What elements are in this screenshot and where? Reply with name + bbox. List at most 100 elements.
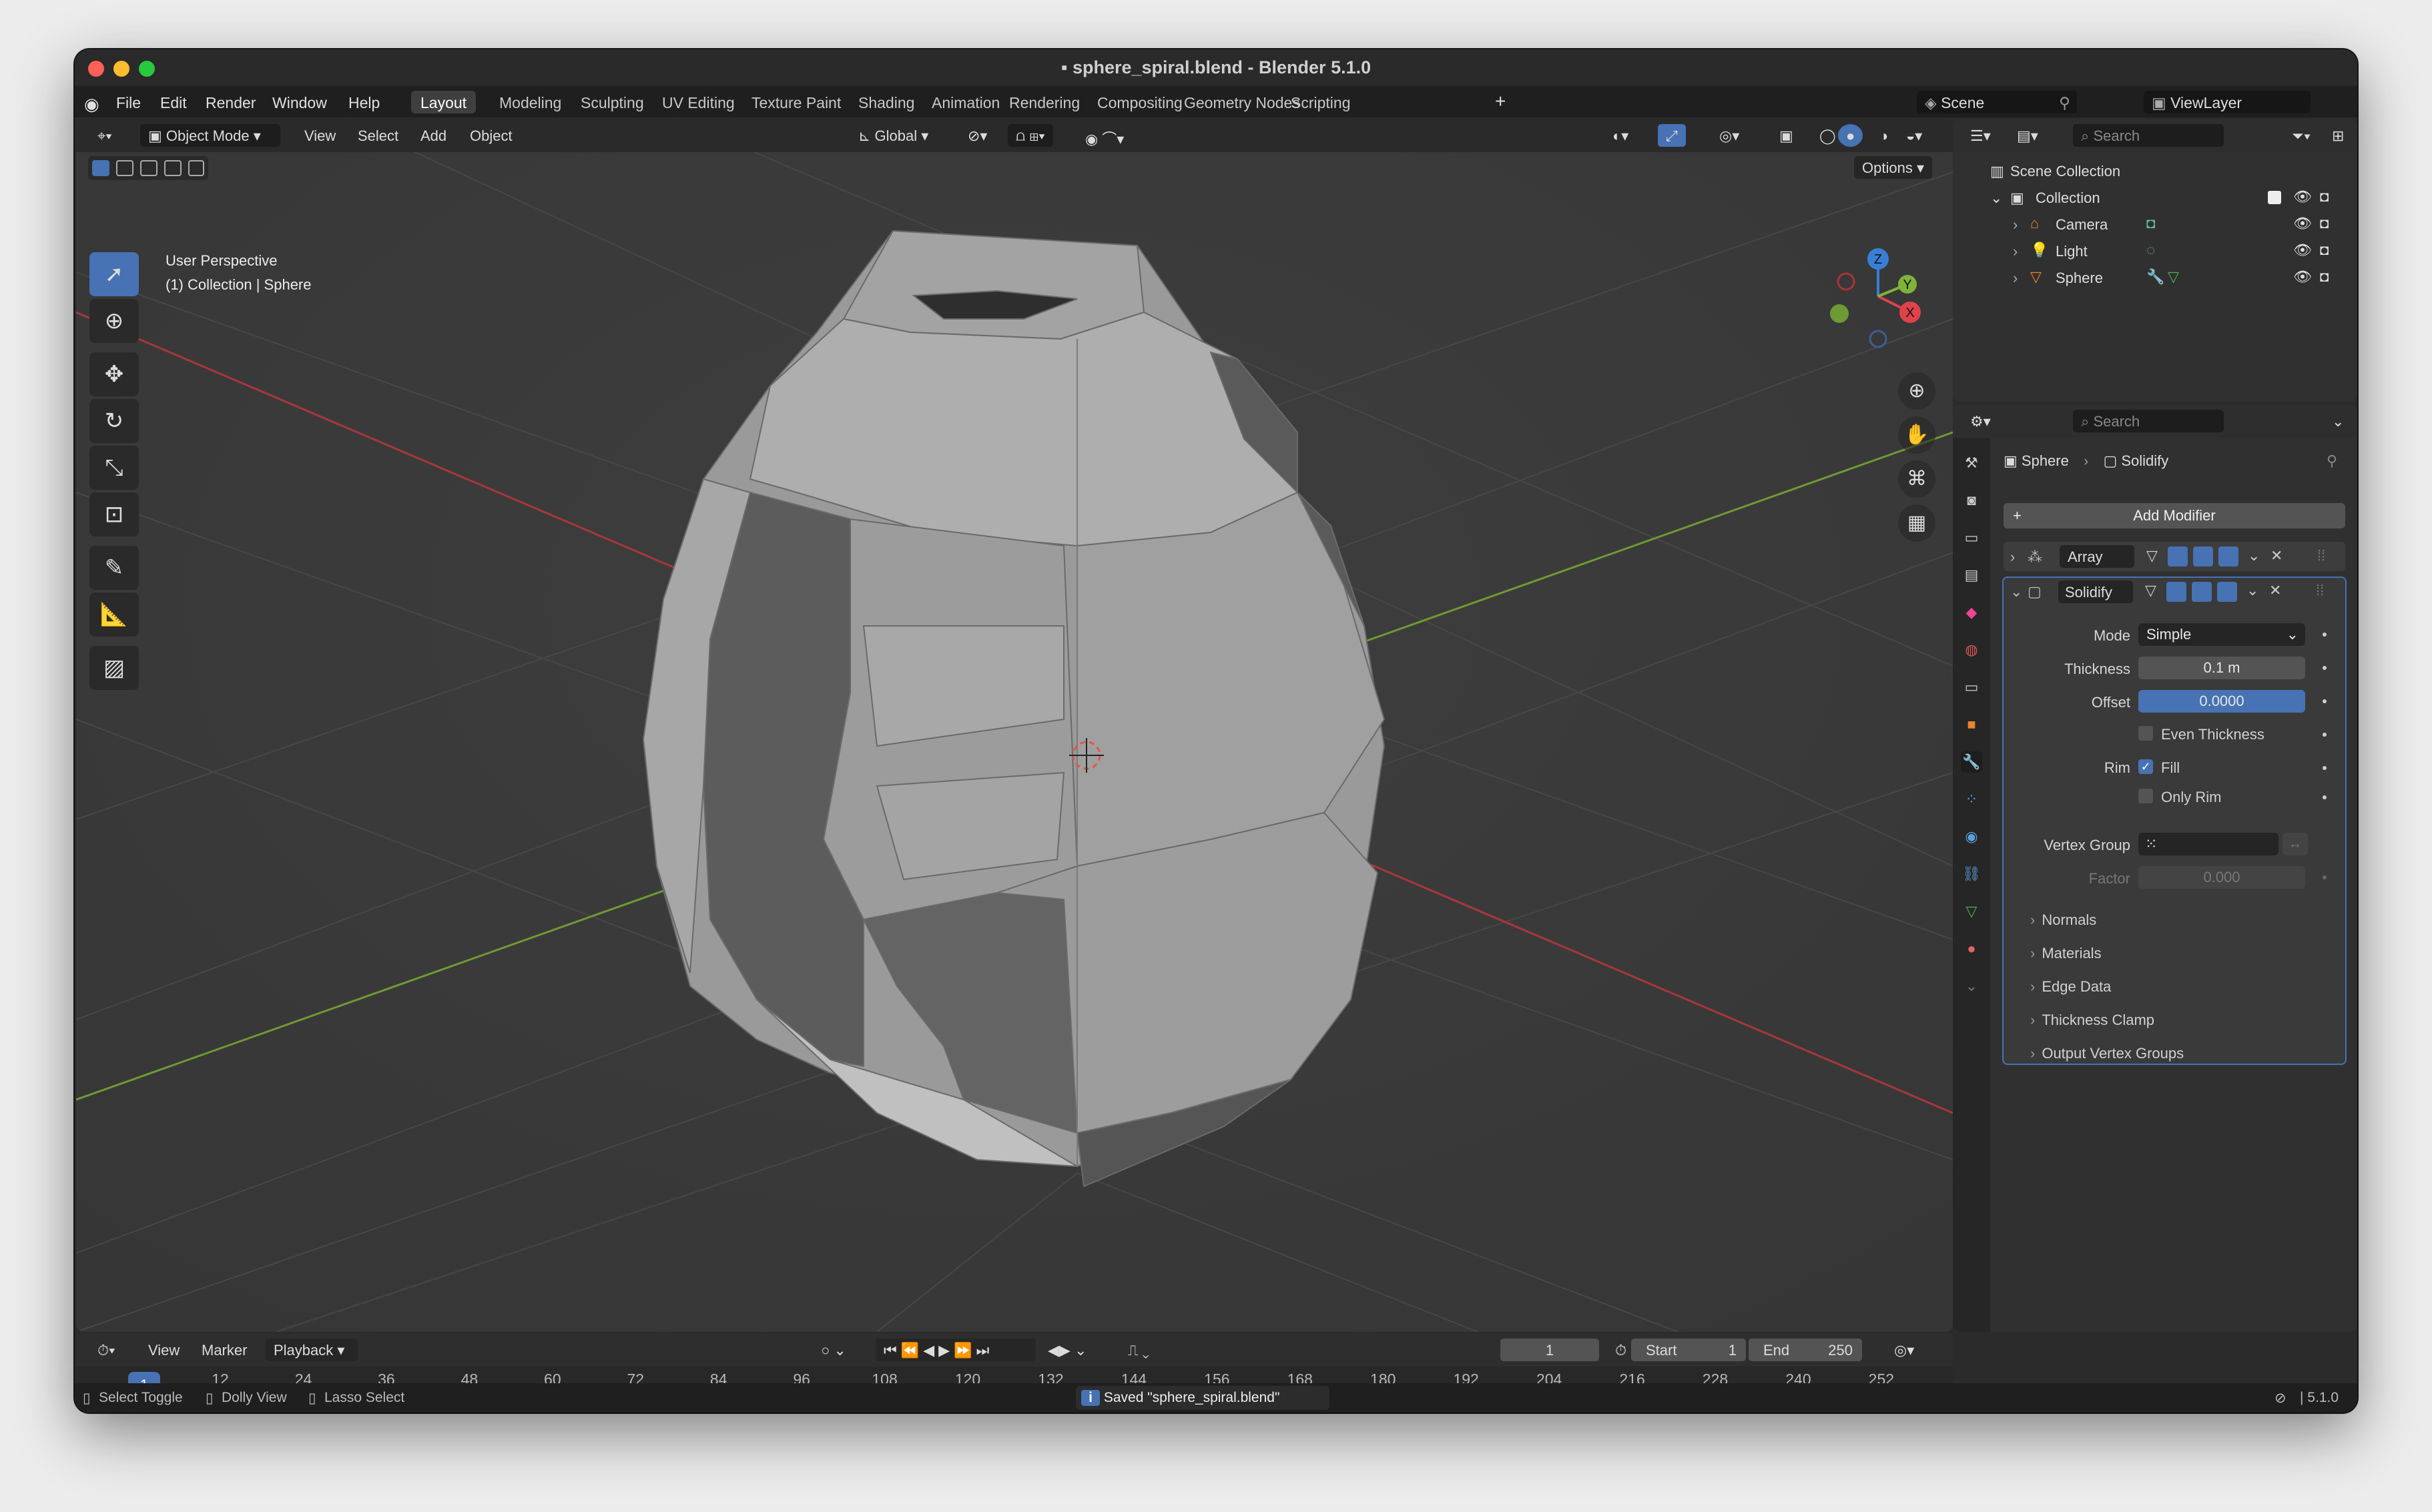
mode-selector[interactable]: ▣ Object Mode ▾ (140, 124, 280, 147)
start-frame-field[interactable]: Start 1 (1631, 1339, 1746, 1361)
new-collection-icon[interactable]: ⊞ (2324, 124, 2352, 147)
rotate-tool-icon[interactable]: ↻ (89, 399, 139, 443)
camera-view-icon[interactable]: ⌘ (1898, 460, 1935, 498)
add-modifier-button[interactable]: + Add Modifier (2004, 503, 2345, 528)
modifier-icon[interactable]: 🔧 (2146, 268, 2164, 286)
modifier-menu-chevron-icon[interactable]: ⌄ (2248, 547, 2260, 564)
workspace-tab-texture-paint[interactable]: Texture Paint (742, 91, 850, 113)
subpanel-thickness-clamp[interactable]: › Thickness Clamp (2030, 1012, 2154, 1029)
jump-end-icon[interactable]: ⏭ (976, 1342, 993, 1359)
timeline-editor-type-icon[interactable]: ⏱▾ (89, 1339, 123, 1361)
properties-editor-type-icon[interactable]: ⚙▾ (1962, 410, 1999, 432)
workspace-tab-layout[interactable]: Layout (411, 91, 477, 113)
select-subtract-icon[interactable] (140, 160, 158, 176)
play-icon[interactable]: ▶ (938, 1342, 954, 1359)
invert-vertex-group-icon[interactable]: ↔ (2283, 833, 2308, 855)
solid-shading-icon[interactable]: ● (1838, 124, 1863, 147)
edit-mode-toggle-icon[interactable] (2166, 582, 2186, 602)
add-cube-tool-icon[interactable]: ▨ (89, 646, 139, 690)
transform-tool-icon[interactable]: ⊡ (89, 492, 139, 536)
display-mode-icon[interactable]: ▤▾ (2009, 124, 2046, 147)
properties-options-chevron-icon[interactable]: ⌄ (2324, 410, 2352, 432)
modifier-solidify[interactable]: ⌄ ▢ Solidify ▽ ⌄ ✕ ⁞⁞ Mode Simple ⌄ Thick… (2002, 577, 2347, 1065)
particles-tab-icon[interactable]: ⁘ (1961, 789, 1982, 810)
current-frame-field[interactable]: 1 (1500, 1339, 1599, 1361)
render-camera-icon[interactable]: ◘ (2320, 188, 2329, 206)
transform-orientation-selector[interactable]: ⊾ Global ▾ (850, 124, 936, 147)
outliner-editor-type-icon[interactable]: ☰▾ (1962, 124, 1999, 147)
edit-mode-toggle-icon[interactable] (2168, 546, 2188, 566)
outliner-panel[interactable]: ☰▾ ▤▾ ⌕ Search ⏷▾ ⊞ ▥ Scene Collection ⌄… (1953, 119, 2357, 402)
modifier-array[interactable]: › ⁂ Array ▽ ⌄ ✕ ⁞⁞ (2004, 542, 2345, 571)
workspace-tab-sculpting[interactable]: Sculpting (571, 91, 653, 113)
keyframe-nav-icon[interactable]: ◀▶ ⌄ (1040, 1339, 1095, 1361)
auto-keying-icon[interactable]: ○ ⌄ (813, 1339, 854, 1361)
visibility-eye-icon[interactable]: 👁 (2293, 268, 2312, 286)
subpanel-materials[interactable]: › Materials (2030, 945, 2102, 962)
visibility-eye-icon[interactable]: 👁 (2293, 242, 2312, 259)
outliner-row-light[interactable]: › 💡 Light ◌ 👁 ◘ (1953, 238, 2357, 264)
options-dropdown[interactable]: Options ▾ (1854, 156, 1932, 179)
render-tab-icon[interactable]: ◙ (1961, 490, 1982, 511)
outliner-row-scene-collection[interactable]: ▥ Scene Collection (1953, 157, 2357, 184)
only-rim-checkbox[interactable] (2138, 789, 2153, 803)
menu-view[interactable]: View (296, 124, 344, 147)
xray-icon[interactable]: ▣ (1771, 124, 1801, 147)
constraints-tab-icon[interactable]: ⛓ (1961, 863, 1982, 885)
scale-tool-icon[interactable]: ⤡ (89, 446, 139, 490)
select-intersect-icon[interactable] (188, 160, 204, 176)
fill-checkbox[interactable]: ✓ (2138, 759, 2153, 774)
modifier-tab-icon[interactable]: 🔧 (1961, 751, 1982, 773)
keyframe-dot-icon[interactable] (2323, 633, 2327, 637)
render-toggle-icon[interactable] (2218, 546, 2238, 566)
pan-hand-icon[interactable]: ✋ (1898, 416, 1935, 454)
solidify-name-field[interactable]: Solidify (2058, 581, 2133, 603)
edit-mode-cage-icon[interactable]: ▽ (2145, 582, 2156, 599)
3d-viewport[interactable]: ⌖▾ ▣ Object Mode ▾ View Select Add Objec… (76, 119, 1953, 1332)
perspective-toggle-icon[interactable]: ▦ (1898, 504, 1935, 542)
select-new-icon[interactable] (92, 160, 109, 176)
expand-chevron-icon[interactable]: › (2013, 243, 2018, 260)
vertex-group-field[interactable]: ⁙ (2138, 833, 2278, 855)
even-thickness-checkbox[interactable] (2138, 726, 2153, 741)
menu-add[interactable]: Add (412, 124, 454, 147)
world-tab-icon[interactable]: ◍ (1961, 639, 1982, 661)
move-tool-icon[interactable]: ✥ (89, 352, 139, 396)
view-layer-tab-icon[interactable]: ▤ (1961, 564, 1982, 586)
cursor-tool-icon[interactable]: ⊕ (89, 299, 139, 343)
offset-field[interactable]: 0.0000 (2138, 690, 2305, 713)
outliner-search-input[interactable]: ⌕ Search (2073, 124, 2224, 147)
menu-help[interactable]: Help (348, 94, 380, 112)
subpanel-normals[interactable]: › Normals (2030, 911, 2096, 929)
play-reverse-icon[interactable]: ◀ (923, 1342, 938, 1359)
viewport-toggle-icon[interactable] (2192, 582, 2212, 602)
subpanel-edge-data[interactable]: › Edge Data (2030, 978, 2111, 996)
drag-handle-icon[interactable]: ⁞⁞ (2316, 582, 2324, 599)
remove-modifier-icon[interactable]: ✕ (2270, 547, 2283, 564)
array-name-field[interactable]: Array (2060, 545, 2134, 568)
menu-select[interactable]: Select (350, 124, 406, 147)
blender-logo-icon[interactable]: ◉ (84, 94, 99, 115)
select-mode-buttons[interactable] (88, 156, 208, 180)
properties-panel[interactable]: ⚙▾ ⌕ Search ⌄ ⚒ ◙ ▭ ▤ ◆ ◍ ▭ ■ 🔧 ⁘ ◉ ⛓ ▽ … (1953, 404, 2357, 1332)
visibility-eye-icon[interactable]: 👁 (2293, 188, 2312, 206)
keyframe-dot-icon[interactable] (2323, 795, 2327, 799)
expand-chevron-icon[interactable]: › (2010, 548, 2015, 566)
sync-icon[interactable]: ◎▾ (1886, 1339, 1922, 1361)
workspace-tab-rendering[interactable]: Rendering (1000, 91, 1089, 113)
viewport-scene[interactable] (76, 119, 1953, 1332)
object-tab-icon[interactable]: ■ (1961, 714, 1982, 735)
collection-tab-icon[interactable]: ▭ (1961, 677, 1982, 698)
tabs-more-chevron-icon[interactable]: ⌄ (1961, 976, 1982, 997)
viewport-toggle-icon[interactable] (2193, 546, 2213, 566)
remove-modifier-icon[interactable]: ✕ (2269, 582, 2281, 599)
physics-tab-icon[interactable]: ◉ (1961, 826, 1982, 847)
annotate-tool-icon[interactable]: ✎ (89, 546, 139, 590)
keyframe-dot-icon[interactable] (2323, 666, 2327, 670)
keyframe-dot-icon[interactable] (2323, 766, 2327, 770)
workspace-tab-modeling[interactable]: Modeling (490, 91, 571, 113)
outliner-row-sphere[interactable]: › ▽ Sphere 🔧 ▽ 👁 ◘ (1953, 264, 2357, 291)
workspace-tab-scripting[interactable]: Scripting (1281, 91, 1359, 113)
edit-mode-cage-icon[interactable]: ▽ (2146, 547, 2158, 564)
prev-keyframe-icon[interactable]: ⏪ (901, 1342, 923, 1359)
